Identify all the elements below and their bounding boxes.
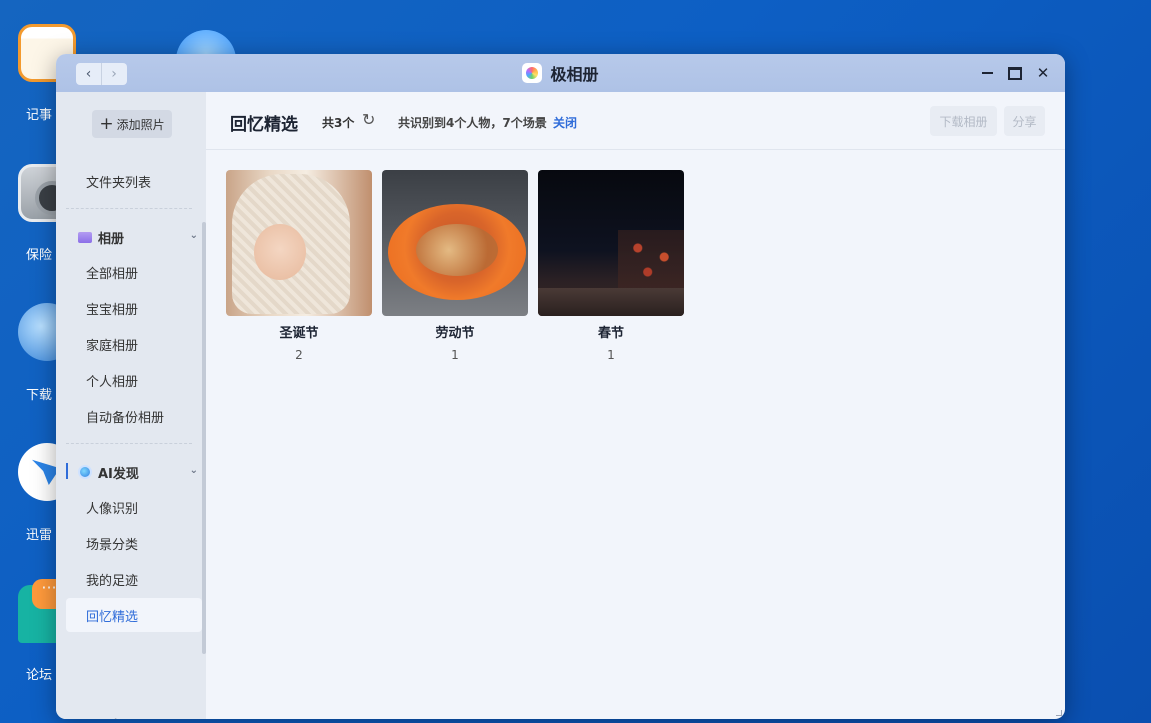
close-button[interactable]: ✕: [1035, 63, 1051, 83]
page-title: 回忆精选: [230, 115, 298, 135]
sidebar-group-albums-label: 相册: [98, 231, 125, 247]
main-header: 回忆精选 共3个 ↻ 共识别到4个人物，7个场景 关闭 下载相册 分享: [206, 92, 1065, 150]
memory-cards: 圣诞节 2 劳动节 1 春节 1: [226, 170, 684, 362]
app-title: 极相册: [550, 65, 599, 84]
memory-name: 圣诞节: [279, 326, 319, 341]
safe-app-label[interactable]: 保险: [26, 244, 52, 263]
memory-name: 春节: [597, 326, 624, 341]
sidebar-item-family-album[interactable]: 家庭相册: [66, 327, 202, 361]
plus-icon: +: [99, 113, 114, 134]
add-photo-button[interactable]: + 添加照片: [92, 110, 172, 138]
sidebar-item-my-footprints[interactable]: 我的足迹: [66, 562, 202, 596]
maximize-button[interactable]: [1007, 63, 1023, 83]
memory-thumbnail[interactable]: [226, 170, 372, 316]
sidebar-item-memories[interactable]: 回忆精选: [66, 598, 202, 632]
memory-card-christmas[interactable]: 圣诞节 2: [226, 170, 372, 362]
download-album-button[interactable]: 下载相册: [930, 106, 997, 136]
main-content: 回忆精选 共3个 ↻ 共识别到4个人物，7个场景 关闭 下载相册 分享 圣诞节 …: [206, 92, 1065, 719]
sidebar-item-folder-list[interactable]: 文件夹列表: [66, 164, 202, 198]
sidebar-item-face-recognition[interactable]: 人像识别: [66, 490, 202, 524]
title-wrap: 极相册: [56, 54, 1065, 92]
notes-app-label[interactable]: 记事: [26, 104, 52, 123]
sidebar-group-ai-label: AI发现: [98, 466, 139, 482]
sidebar-group-albums[interactable]: 相册 ⌄: [66, 220, 202, 254]
titlebar[interactable]: ‹ › 极相册 ✕: [56, 54, 1065, 92]
download-app-label[interactable]: 下载: [26, 384, 52, 403]
memory-card-spring-festival[interactable]: 春节 1: [538, 170, 684, 362]
sidebar-group-ai[interactable]: AI发现 ⌄: [66, 455, 202, 489]
window-controls: ✕: [979, 63, 1051, 83]
chevron-down-icon: ⌄: [189, 230, 198, 241]
ai-discover-icon: [78, 465, 92, 479]
settings-button[interactable]: ⚙ 设置: [108, 718, 152, 720]
add-photo-label: 添加照片: [116, 117, 165, 132]
memory-photo-count: 1: [607, 348, 615, 362]
xunlei-app-label[interactable]: 迅雷: [26, 524, 52, 543]
memory-card-labor-day[interactable]: 劳动节 1: [382, 170, 528, 362]
settings-label: 设置: [128, 718, 152, 719]
memory-name: 劳动节: [435, 326, 475, 341]
memory-thumbnail[interactable]: [382, 170, 528, 316]
app-logo-icon: [522, 63, 543, 83]
sidebar-item-baby-album[interactable]: 宝宝相册: [66, 291, 202, 325]
sidebar-item-personal-album[interactable]: 个人相册: [66, 363, 202, 397]
memory-thumbnail[interactable]: [538, 170, 684, 316]
forum-app-label[interactable]: 论坛: [26, 664, 52, 683]
sidebar: + 添加照片 文件夹列表 相册 ⌄ 全部相册 宝宝相册 家庭相册 个人相册 自动…: [56, 92, 206, 719]
minimize-button[interactable]: [979, 63, 995, 83]
memory-count: 共3个: [322, 116, 355, 130]
gear-icon: ⚙: [108, 718, 123, 720]
share-button[interactable]: 分享: [1004, 106, 1045, 136]
photo-album-window: ‹ › 极相册 ✕ + 添加照片 文件夹列表 相册 ⌄ 全部相册 宝宝相册 家庭…: [56, 54, 1065, 719]
divider: [66, 208, 192, 209]
memory-photo-count: 1: [451, 348, 459, 362]
close-summary-link[interactable]: 关闭: [553, 114, 577, 131]
chevron-down-icon: ⌄: [189, 465, 198, 476]
memory-photo-count: 2: [295, 348, 303, 362]
sidebar-item-scene-classification[interactable]: 场景分类: [66, 526, 202, 560]
resize-grip[interactable]: [1056, 710, 1062, 716]
album-icon: [78, 231, 92, 243]
divider: [66, 443, 192, 444]
sidebar-item-all-albums[interactable]: 全部相册: [66, 255, 202, 289]
recognition-summary: 共识别到4个人物，7个场景: [398, 116, 547, 130]
sidebar-item-backup-album[interactable]: 自动备份相册: [66, 399, 202, 433]
refresh-icon[interactable]: ↻: [362, 110, 375, 129]
